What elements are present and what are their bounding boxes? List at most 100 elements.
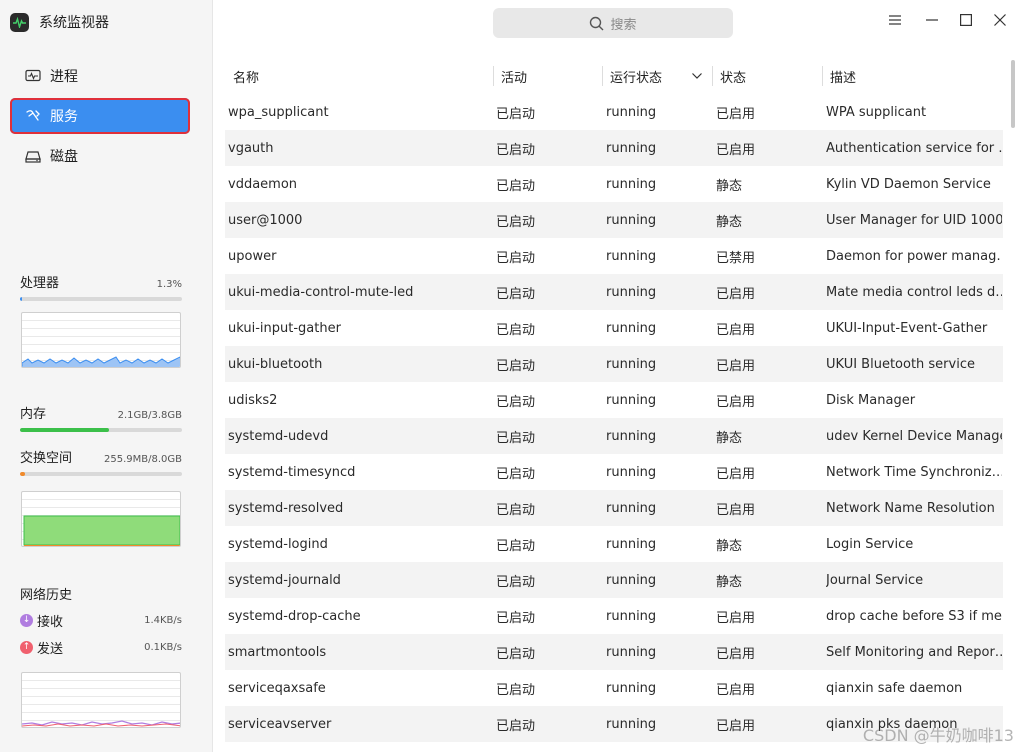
description-cell: Disk Manager: [826, 392, 916, 408]
run-state-cell: running: [606, 356, 657, 372]
run-state-cell: running: [606, 284, 657, 300]
service-name-cell: serviceqaxsafe: [228, 680, 326, 696]
search-placeholder: 搜索: [610, 17, 637, 33]
table-row[interactable]: serviceqaxsafe 已启动 running 已启用 qianxin safe …: [225, 670, 1003, 706]
activity-cell: 已启动: [496, 466, 536, 482]
status-cell: 已启用: [716, 286, 756, 302]
sidebar-item-service[interactable]: 服务: [10, 98, 190, 134]
sidebar: 系统监视器 进程 服务 磁盘 处理器 1.3% 内存 2.1GB/3.8GB 交…: [0, 0, 213, 752]
description-cell: qianxin safe daemon: [826, 680, 963, 696]
service-name-cell: ukui-media-control-mute-led: [228, 284, 414, 300]
table-row[interactable]: systemd-drop-cache 已启动 running 已启用 drop cach…: [225, 598, 1003, 634]
vertical-scrollbar[interactable]: [1011, 60, 1015, 128]
service-icon: [24, 107, 42, 125]
receive-label: 接收: [37, 615, 64, 630]
status-cell: 已启用: [716, 142, 756, 158]
status-cell: 已启用: [716, 646, 756, 662]
service-name-cell: systemd-timesyncd: [228, 464, 356, 480]
table-row[interactable]: vddaemon 已启动 running 静态 Kylin VD Daemon Serv…: [225, 166, 1003, 202]
table-row[interactable]: user@1000 已启动 running 静态 User Manager for UI…: [225, 202, 1003, 238]
run-state-cell: running: [606, 212, 657, 228]
description-cell: UKUI-Input-Event-Gather: [826, 320, 988, 336]
column-header-description[interactable]: 描述: [822, 58, 856, 94]
column-header-name[interactable]: 名称: [225, 58, 259, 94]
activity-cell: 已启动: [496, 430, 536, 446]
run-state-cell: running: [606, 572, 657, 588]
sidebar-item-label: 服务: [50, 109, 78, 125]
search-icon: [589, 16, 604, 31]
maximize-button[interactable]: [955, 10, 977, 30]
activity-cell: 已启动: [496, 142, 536, 158]
description-cell: User Manager for UID 1000: [826, 212, 1002, 228]
run-state-cell: running: [606, 176, 657, 192]
menu-button[interactable]: [884, 10, 906, 30]
description-cell: Network Time Synchroniz…: [826, 464, 1002, 480]
table-row[interactable]: ukui-input-gather 已启动 running 已启用 UKUI-Input…: [225, 310, 1003, 346]
description-cell: Mate media control leds d…: [826, 284, 1002, 300]
minimize-button[interactable]: [921, 10, 943, 30]
table-row[interactable]: udisks2 已启动 running 已启用 Disk Manager: [225, 382, 1003, 418]
service-name-cell: udisks2: [228, 392, 278, 408]
memory-value: 2.1GB/3.8GB: [117, 410, 182, 421]
run-state-cell: running: [606, 716, 657, 732]
table-row[interactable]: systemd-journald 已启动 running 静态 Journal Serv…: [225, 562, 1003, 598]
activity-cell: 已启动: [496, 286, 536, 302]
activity-cell: 已启动: [496, 682, 536, 698]
activity-cell: 已启动: [496, 178, 536, 194]
column-header-status[interactable]: 状态: [712, 58, 746, 94]
download-icon: ↓: [20, 614, 33, 627]
close-button[interactable]: [989, 10, 1011, 30]
table-row[interactable]: systemd-resolved 已启动 running 已启用 Network Nam…: [225, 490, 1003, 526]
table-row[interactable]: ukui-bluetooth 已启动 running 已启用 UKUI Bluetoot…: [225, 346, 1003, 382]
table-row[interactable]: smartmontools 已启动 running 已启用 Self Monitorin…: [225, 634, 1003, 670]
table-row[interactable]: systemd-timesyncd 已启动 running 已启用 Network Ti…: [225, 454, 1003, 490]
status-cell: 已禁用: [716, 250, 756, 266]
activity-cell: 已启动: [496, 250, 536, 266]
swap-metric: 交换空间 255.9MB/8.0GB: [20, 447, 182, 476]
app-header: 系统监视器: [10, 12, 109, 32]
service-name-cell: vgauth: [228, 140, 274, 156]
activity-cell: 已启动: [496, 322, 536, 338]
service-name-cell: user@1000: [228, 212, 303, 228]
table-row[interactable]: ukui-media-control-mute-led 已启动 running 已启用…: [225, 274, 1003, 310]
table-row[interactable]: systemd-udevd 已启动 running 静态 udev Kernel Dev…: [225, 418, 1003, 454]
table-row[interactable]: wpa_supplicant 已启动 running 已启用 WPA supplican…: [225, 94, 1003, 130]
process-icon: [24, 67, 42, 85]
status-cell: 已启用: [716, 466, 756, 482]
minimize-icon: [926, 19, 938, 21]
description-cell: Journal Service: [826, 572, 924, 588]
table-row[interactable]: systemd-logind 已启动 running 静态 Login Service: [225, 526, 1003, 562]
activity-cell: 已启动: [496, 718, 536, 734]
description-cell: UKUI Bluetooth service: [826, 356, 975, 372]
watermark: CSDN @牛奶咖啡13: [862, 726, 1014, 745]
table-row[interactable]: vgauth 已启动 running 已启用 Authentication servic…: [225, 130, 1003, 166]
run-state-cell: running: [606, 428, 657, 444]
memory-label: 内存: [20, 407, 47, 422]
cpu-label: 处理器: [20, 276, 60, 291]
status-cell: 已启用: [716, 682, 756, 698]
sidebar-item-process[interactable]: 进程: [10, 58, 190, 94]
service-name-cell: systemd-resolved: [228, 500, 344, 516]
status-cell: 静态: [716, 538, 743, 554]
table-row[interactable]: upower 已启动 running 已禁用 Daemon for power mana…: [225, 238, 1003, 274]
sidebar-item-disk[interactable]: 磁盘: [10, 138, 190, 174]
column-header-activity[interactable]: 活动: [493, 58, 527, 94]
swap-usage-bar: [20, 472, 182, 476]
service-name-cell: smartmontools: [228, 644, 327, 660]
service-name-cell: vddaemon: [228, 176, 298, 192]
activity-cell: 已启动: [496, 646, 536, 662]
receive-value: 1.4KB/s: [144, 615, 182, 626]
service-name-cell: ukui-bluetooth: [228, 356, 323, 372]
activity-cell: 已启动: [496, 574, 536, 590]
description-cell: Network Name Resolution: [826, 500, 995, 516]
status-cell: 已启用: [716, 718, 756, 734]
run-state-cell: running: [606, 104, 657, 120]
run-state-cell: running: [606, 248, 657, 264]
cpu-metric: 处理器 1.3%: [20, 272, 182, 301]
service-name-cell: systemd-udevd: [228, 428, 329, 444]
search-bar[interactable]: 搜索: [493, 8, 733, 38]
column-header-run-state[interactable]: 运行状态: [602, 58, 710, 94]
service-name-cell: systemd-drop-cache: [228, 608, 361, 624]
run-state-cell: running: [606, 500, 657, 516]
sidebar-item-label: 磁盘: [50, 149, 78, 165]
